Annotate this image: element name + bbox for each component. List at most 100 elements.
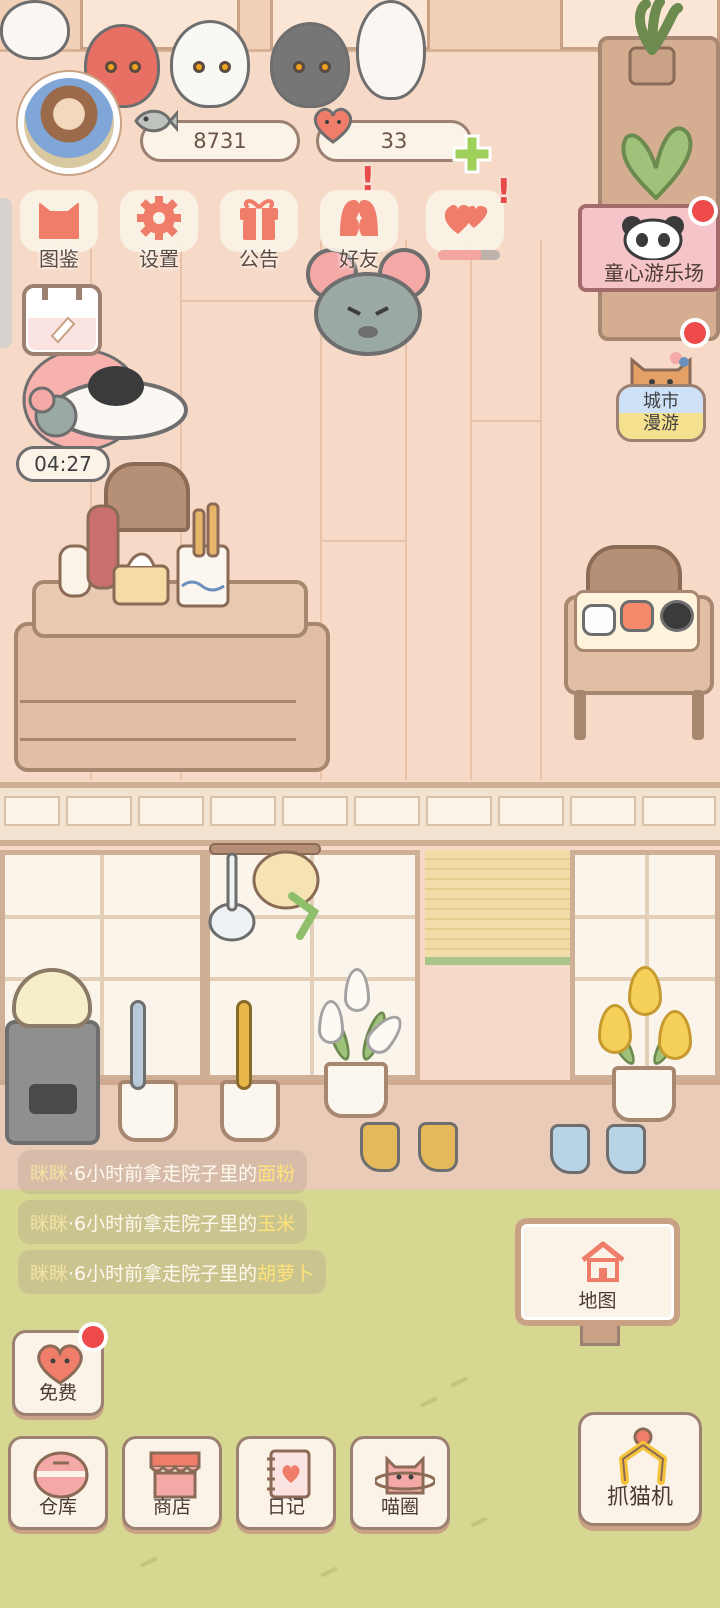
claw-machine-label: 抓猫机 <box>606 1485 673 1510</box>
hearts-progress-fill <box>438 250 482 260</box>
dock-label: 日记 <box>266 1496 305 1518</box>
shoji-door <box>570 850 720 1080</box>
diary-button[interactable]: 日记 <box>236 1436 336 1530</box>
flower-pot <box>612 1066 676 1122</box>
player-avatar[interactable] <box>18 72 120 174</box>
map-button[interactable]: 地图 <box>515 1218 680 1326</box>
notice-user: 眯眯 <box>30 1212 69 1235</box>
blue-boot <box>550 1124 590 1174</box>
side-drawer-handle[interactable] <box>0 198 12 348</box>
menu-hearts-button[interactable] <box>424 190 506 272</box>
sushi <box>582 604 616 636</box>
activity-notice: 眯眯 ·6小时前拿走院子里的 玉米 <box>18 1200 308 1244</box>
floor-plank <box>540 240 542 780</box>
table-leg <box>574 690 586 740</box>
friends-icon <box>340 200 378 236</box>
umbrella <box>130 1000 146 1090</box>
calendar-button[interactable] <box>22 284 102 356</box>
cactus-plant <box>621 126 693 201</box>
notification-dot <box>680 318 710 348</box>
bunny-character[interactable] <box>356 0 426 100</box>
menu-settings-button[interactable]: 设置 <box>118 190 200 272</box>
counter-line <box>20 700 296 703</box>
daruma-white[interactable] <box>170 20 250 108</box>
menu-label: 公告 <box>239 247 279 271</box>
notice-item: 胡萝卜 <box>257 1262 315 1285</box>
dock-label: 喵圈 <box>380 1496 419 1518</box>
potted-plant <box>628 0 683 86</box>
bunny-character[interactable] <box>0 0 70 60</box>
hearts-icon <box>444 204 488 234</box>
city-tour-line2: 漫游 <box>643 413 679 434</box>
city-tour-button[interactable]: 城市 漫游 <box>616 350 708 442</box>
notification-dot <box>78 1322 108 1352</box>
menu-label: 图鉴 <box>39 247 79 271</box>
floor-seam <box>180 300 320 302</box>
claw-icon <box>619 1427 667 1485</box>
free-label: 免费 <box>38 1382 77 1404</box>
hearts-progress-bar <box>438 250 500 260</box>
alert-icon: ! <box>496 172 512 212</box>
sushi <box>620 600 654 632</box>
chair <box>586 545 682 595</box>
panda-icon <box>622 216 684 260</box>
condiments <box>58 502 230 608</box>
warehouse-button[interactable]: 仓库 <box>8 1436 108 1530</box>
floor-seam <box>320 540 405 542</box>
dock-label: 仓库 <box>38 1496 77 1518</box>
notice-item: 玉米 <box>257 1212 296 1235</box>
notice-text: ·6小时前拿走院子里的 <box>68 1262 258 1285</box>
add-hearts-button[interactable] <box>452 134 492 174</box>
floor-seam <box>470 420 540 422</box>
ceiling-rail <box>0 782 720 846</box>
gear-icon <box>137 196 181 240</box>
fish-icon <box>134 109 178 133</box>
heart-count: 33 <box>380 129 408 153</box>
calendar-icon <box>28 288 96 350</box>
menu-catalog-button[interactable]: 图鉴 <box>18 190 100 272</box>
gift-icon <box>240 199 278 240</box>
fish-count: 8731 <box>193 129 247 153</box>
sleeping-cat[interactable] <box>20 346 200 456</box>
blue-boot <box>606 1124 646 1174</box>
menu-friends-button[interactable]: 好友 <box>318 190 400 272</box>
notice-item: 面粉 <box>257 1162 296 1185</box>
notification-dot <box>688 196 718 226</box>
shop-button[interactable]: 商店 <box>122 1436 222 1530</box>
city-tour-badge: 城市 漫游 <box>616 384 706 442</box>
broom-pot <box>220 1080 280 1142</box>
game-scene: 8731 33 ! 图鉴 设置 公告 好友 ! 04:27 童心游乐场 城市 漫… <box>0 0 720 1608</box>
daruma-grey[interactable] <box>270 22 350 108</box>
notice-text: ·6小时前拿走院子里的 <box>68 1162 258 1185</box>
bamboo-blind <box>425 850 570 965</box>
sushi-roll <box>660 600 694 632</box>
floor-plank <box>470 240 472 780</box>
broom <box>236 1000 252 1090</box>
umbrella-pot <box>118 1080 178 1142</box>
timer-text: 04:27 <box>34 452 92 476</box>
yellow-boot <box>418 1122 458 1172</box>
cat-circle-button[interactable]: 喵圈 <box>350 1436 450 1530</box>
menu-label: 设置 <box>139 247 179 271</box>
flower-pot <box>324 1062 388 1118</box>
table-leg <box>692 690 704 740</box>
notice-user: 眯眯 <box>30 1162 69 1185</box>
amusement-park-label: 童心游乐场 <box>604 261 704 285</box>
counter-line <box>20 738 296 741</box>
city-tour-line1: 城市 <box>643 391 679 412</box>
kitchen-counter <box>14 622 330 772</box>
heart-icon <box>313 107 353 144</box>
claw-machine-button[interactable]: 抓猫机 <box>578 1412 702 1526</box>
menu-label: 好友 <box>339 247 379 271</box>
activity-notice: 眯眯 ·6小时前拿走院子里的 面粉 <box>18 1150 308 1194</box>
yellow-boot <box>360 1122 400 1172</box>
notice-text: ·6小时前拿走院子里的 <box>68 1212 258 1235</box>
timer-display: 04:27 <box>16 446 110 482</box>
notice-user: 眯眯 <box>30 1262 69 1285</box>
dock-label: 商店 <box>152 1496 191 1518</box>
menu-announcement-button[interactable]: 公告 <box>218 190 300 272</box>
stove <box>5 1020 100 1145</box>
activity-notice: 眯眯 ·6小时前拿走院子里的 胡萝卜 <box>18 1250 327 1294</box>
cat-head-icon <box>39 203 79 239</box>
map-label: 地图 <box>578 1290 617 1312</box>
